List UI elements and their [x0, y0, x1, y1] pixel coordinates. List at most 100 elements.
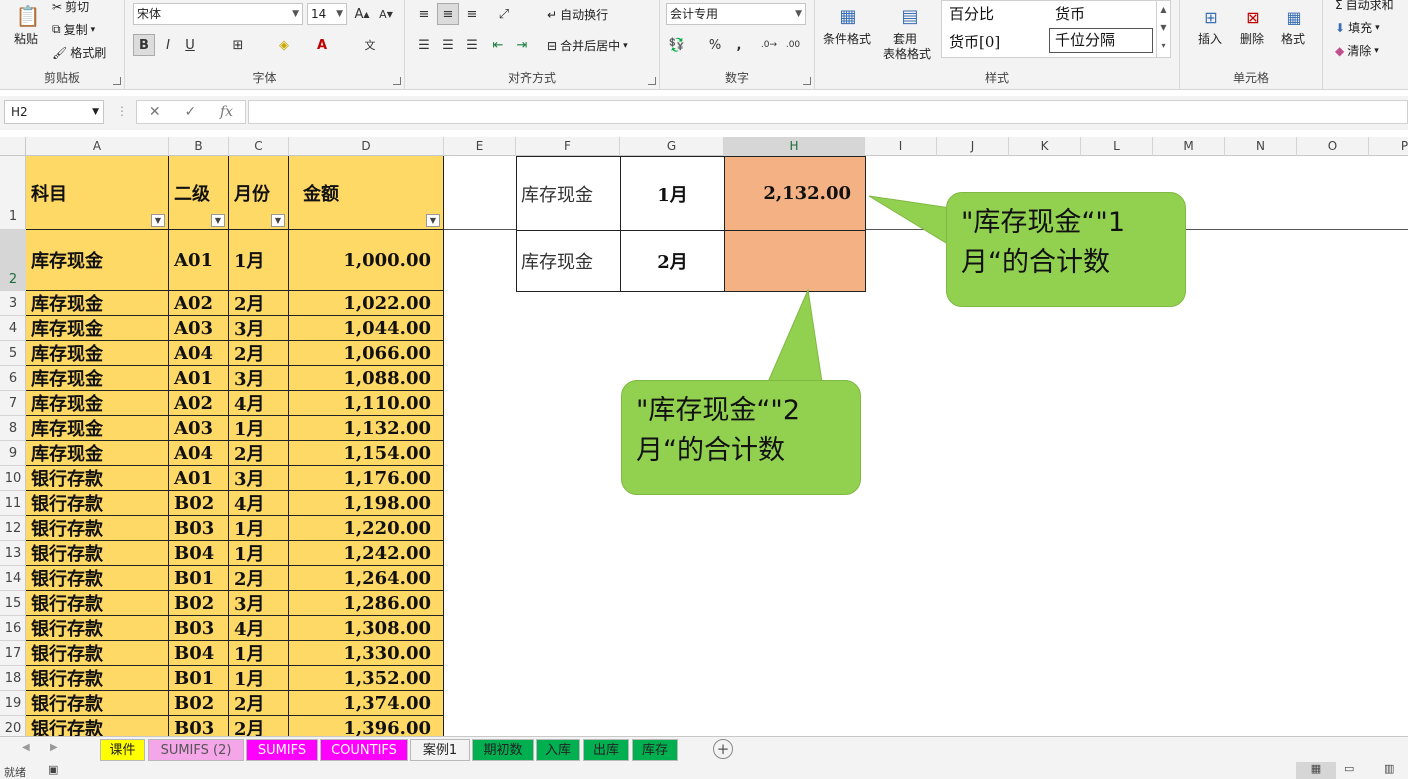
- column-header-H[interactable]: H: [724, 137, 865, 156]
- format-icon[interactable]: ▦: [1281, 4, 1307, 30]
- cut-button[interactable]: ✂ 剪切: [52, 0, 89, 15]
- row-header-7[interactable]: 7: [0, 391, 26, 416]
- comma-button[interactable]: ,: [728, 34, 750, 56]
- delete-button[interactable]: 删除: [1240, 30, 1264, 47]
- increase-indent-icon[interactable]: ⇥: [511, 34, 533, 56]
- wrap-text-button[interactable]: ↵ 自动换行: [547, 6, 608, 23]
- clear-button[interactable]: ◆ 清除 ▾: [1335, 42, 1379, 59]
- sheet-tab[interactable]: 期初数: [472, 739, 534, 761]
- style-percent[interactable]: 百分比: [949, 3, 994, 24]
- row-header-18[interactable]: 18: [0, 666, 26, 691]
- row-header-8[interactable]: 8: [0, 416, 26, 441]
- row-header-13[interactable]: 13: [0, 541, 26, 566]
- column-header-O[interactable]: O: [1297, 137, 1369, 156]
- sheet-tab[interactable]: 入库: [536, 739, 580, 761]
- conditional-format-icon[interactable]: ▦: [833, 2, 863, 30]
- autosum-button[interactable]: Σ 自动求和: [1335, 0, 1394, 13]
- row-header-1[interactable]: 1: [0, 156, 26, 230]
- tab-scroll-right-icon[interactable]: ▶: [50, 742, 58, 753]
- decrease-indent-icon[interactable]: ⇤: [487, 34, 509, 56]
- style-currency[interactable]: 货币: [1055, 3, 1085, 24]
- dialog-launcher-icon[interactable]: [393, 77, 401, 85]
- normal-view-icon[interactable]: ▦: [1296, 762, 1336, 779]
- row-header-3[interactable]: 3: [0, 291, 26, 316]
- font-name-select[interactable]: 宋体 ▼: [133, 3, 303, 25]
- sheet-tab[interactable]: SUMIFS (2): [148, 739, 244, 761]
- page-break-icon[interactable]: ▥: [1384, 762, 1394, 775]
- dialog-launcher-icon[interactable]: [648, 77, 656, 85]
- merge-center-button[interactable]: ⊟ 合并后居中 ▾: [547, 37, 628, 54]
- column-header-A[interactable]: A: [26, 137, 169, 156]
- align-left-icon[interactable]: ☰: [413, 34, 435, 56]
- enter-icon[interactable]: ✓: [184, 104, 196, 120]
- sheet-tab[interactable]: 库存: [632, 739, 678, 761]
- percent-button[interactable]: %: [704, 34, 726, 56]
- align-bottom-icon[interactable]: ≡: [461, 3, 483, 25]
- row-header-9[interactable]: 9: [0, 441, 26, 466]
- decrease-font-icon[interactable]: A ▼: [375, 3, 397, 25]
- orientation-icon[interactable]: ⤢: [493, 3, 515, 25]
- insert-function-icon[interactable]: fx: [220, 104, 233, 120]
- currency-icon[interactable]: 💱: [666, 34, 688, 56]
- number-format-select[interactable]: 会计专用 ▼: [666, 3, 806, 25]
- insert-button[interactable]: 插入: [1198, 30, 1222, 47]
- paste-icon[interactable]: 📋: [14, 2, 42, 30]
- sheet-tab[interactable]: 课件: [100, 739, 145, 761]
- column-header-F[interactable]: F: [516, 137, 620, 156]
- format-painter-button[interactable]: 🖌 格式刷: [52, 44, 106, 61]
- row-header-2[interactable]: 2: [0, 230, 26, 291]
- sheet-tab[interactable]: 出库: [583, 739, 629, 761]
- format-button[interactable]: 格式: [1281, 30, 1305, 47]
- page-layout-icon[interactable]: ▭: [1344, 762, 1354, 775]
- table-format-button-line2[interactable]: 表格格式: [883, 45, 931, 62]
- row-header-14[interactable]: 14: [0, 566, 26, 591]
- tab-scroll-left-icon[interactable]: ◀: [22, 742, 30, 753]
- copy-button[interactable]: ⧉ 复制 ▾: [52, 21, 95, 38]
- phonetic-icon[interactable]: 文: [359, 34, 381, 56]
- row-header-12[interactable]: 12: [0, 516, 26, 541]
- column-header-D[interactable]: D: [289, 137, 444, 156]
- macro-record-icon[interactable]: ▣: [48, 763, 58, 776]
- borders-icon[interactable]: ⊞: [227, 34, 249, 56]
- dialog-launcher-icon[interactable]: [803, 77, 811, 85]
- column-header-J[interactable]: J: [937, 137, 1009, 156]
- fill-color-icon[interactable]: ◈: [273, 34, 295, 56]
- row-header-5[interactable]: 5: [0, 341, 26, 366]
- table-format-icon[interactable]: ▤: [895, 2, 925, 30]
- increase-decimal-icon[interactable]: .0→: [758, 34, 780, 56]
- cancel-icon[interactable]: ✕: [149, 104, 161, 120]
- row-header-19[interactable]: 19: [0, 691, 26, 716]
- column-header-E[interactable]: E: [444, 137, 516, 156]
- insert-icon[interactable]: ⊞: [1198, 4, 1224, 30]
- row-header-6[interactable]: 6: [0, 366, 26, 391]
- column-header-L[interactable]: L: [1081, 137, 1153, 156]
- row-header-16[interactable]: 16: [0, 616, 26, 641]
- column-header-M[interactable]: M: [1153, 137, 1225, 156]
- sheet-grid[interactable]: 科目 ▼ 二级 ▼ 月份 ▼ 金额 ▼ 库存现金 A01 1月 1,000.00 库存现金 A02 2月 1,…: [26, 156, 1408, 736]
- underline-button[interactable]: U: [179, 34, 201, 56]
- row-header-11[interactable]: 11: [0, 491, 26, 516]
- row-header-4[interactable]: 4: [0, 316, 26, 341]
- delete-icon[interactable]: ⊠: [1240, 4, 1266, 30]
- add-sheet-icon[interactable]: +: [713, 739, 733, 759]
- column-header-P[interactable]: P: [1369, 137, 1408, 156]
- row-header-15[interactable]: 15: [0, 591, 26, 616]
- style-comma[interactable]: 千位分隔: [1049, 28, 1153, 53]
- decrease-decimal-icon[interactable]: .00: [782, 34, 804, 56]
- align-middle-icon[interactable]: ≡: [437, 3, 459, 25]
- column-header-I[interactable]: I: [865, 137, 937, 156]
- column-header-G[interactable]: G: [620, 137, 724, 156]
- fill-button[interactable]: ⬇ 填充 ▾: [1335, 19, 1380, 36]
- column-header-N[interactable]: N: [1225, 137, 1297, 156]
- sheet-tab[interactable]: 案例1: [410, 739, 470, 761]
- row-header-10[interactable]: 10: [0, 466, 26, 491]
- sheet-tab[interactable]: SUMIFS: [246, 739, 318, 761]
- align-center-icon[interactable]: ☰: [437, 34, 459, 56]
- column-header-K[interactable]: K: [1009, 137, 1081, 156]
- cell-styles-gallery[interactable]: 百分比 货币 货币[0] 千位分隔 ▲ ▼ ▾: [941, 0, 1171, 58]
- font-color-icon[interactable]: A: [311, 34, 333, 56]
- name-box[interactable]: H2 ▼: [4, 100, 104, 124]
- paste-button[interactable]: 粘贴: [14, 30, 38, 47]
- bold-button[interactable]: B: [133, 34, 155, 56]
- column-header-C[interactable]: C: [229, 137, 289, 156]
